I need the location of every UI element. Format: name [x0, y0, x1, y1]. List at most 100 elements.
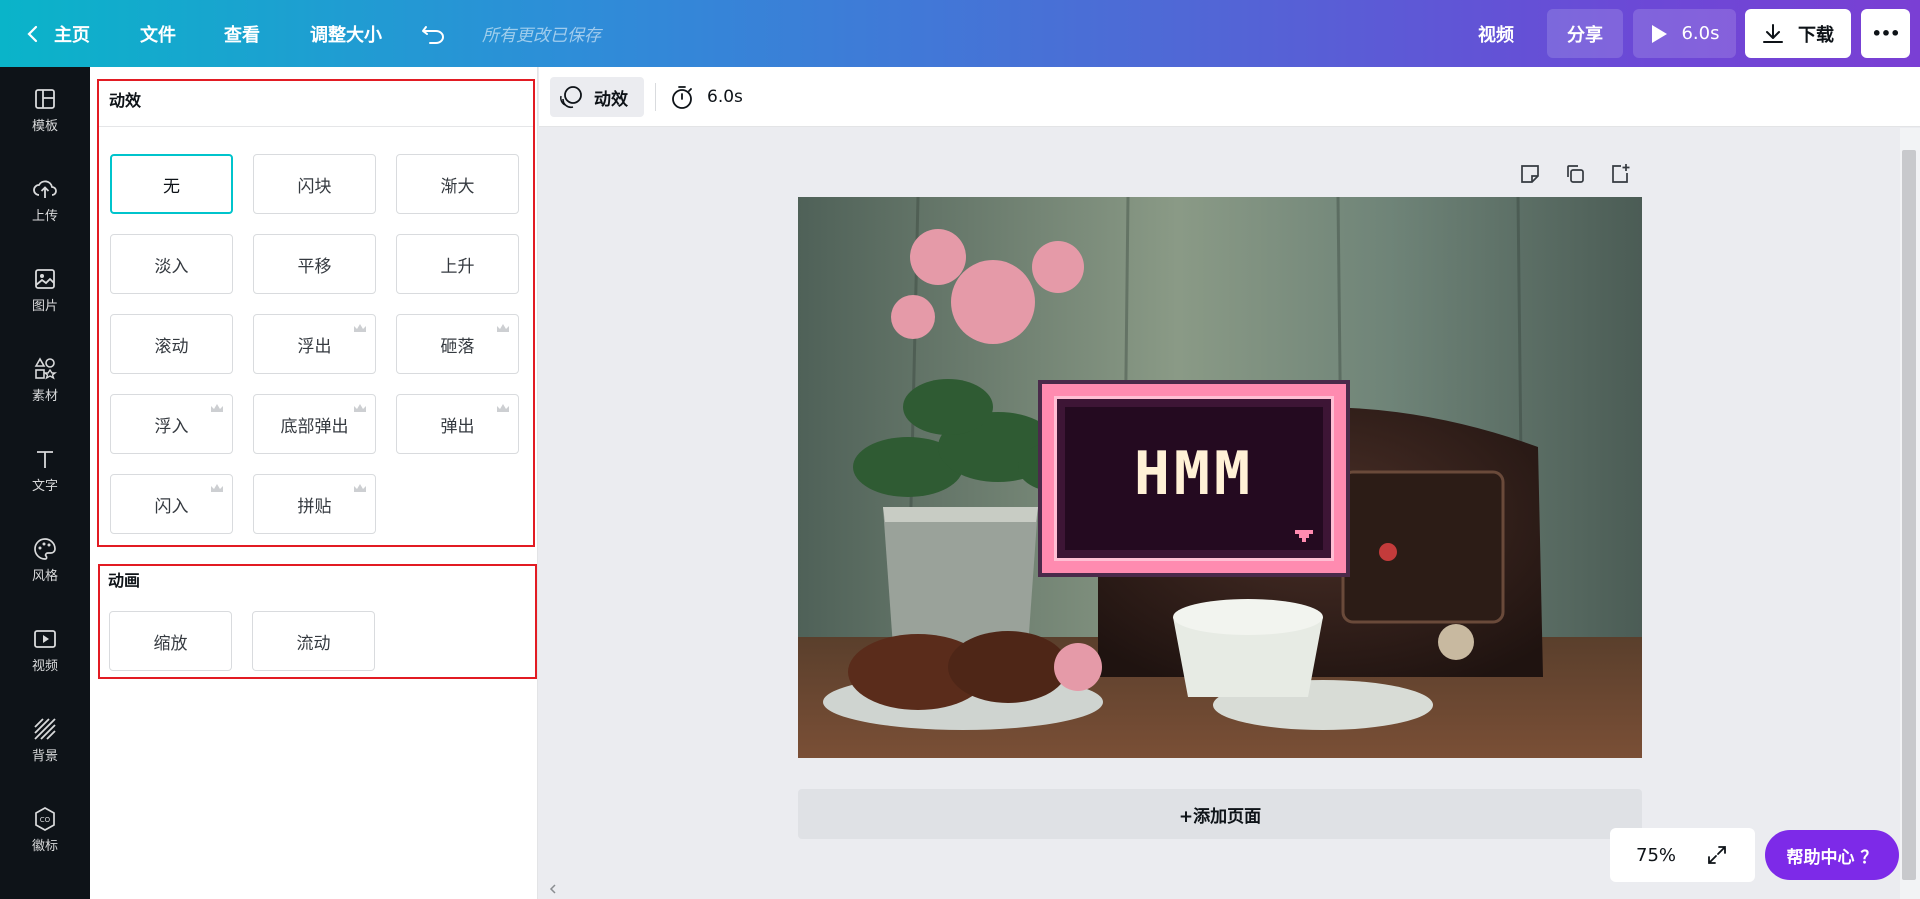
save-status: 所有更改已保存 [482, 26, 601, 46]
effects-section: 动效 无 闪块 渐大 淡入 平移 上升 滚动 浮出 砸落 浮入 底部弹出 弹出 [97, 79, 535, 547]
top-bar: 主页 文件 查看 调整大小 所有更改已保存 视频 分享 6.0s 下载 ••• [0, 0, 1920, 67]
effect-option-float-out[interactable]: 浮出 [253, 314, 376, 374]
text-icon [37, 451, 53, 468]
sign-text: HMM [1133, 439, 1255, 509]
effects-toolbar-button[interactable]: 动效 [550, 77, 644, 117]
rail-label: 背景 [31, 749, 58, 764]
divider [99, 126, 533, 127]
crown-icon [354, 324, 366, 332]
effect-option-grow[interactable]: 渐大 [396, 154, 519, 214]
animation-panel: 动效 无 闪块 渐大 淡入 平移 上升 滚动 浮出 砸落 浮入 底部弹出 弹出 [90, 67, 538, 899]
duration-button[interactable]: 6.0s [669, 77, 743, 117]
rail-item-templates[interactable]: 模板 [0, 75, 90, 145]
crown-icon [211, 404, 223, 412]
context-toolbar: 动效 6.0s [539, 67, 1920, 127]
palette-icon [34, 538, 56, 560]
view-label: 查看 [224, 24, 260, 46]
rail-item-photos[interactable]: 图片 [0, 255, 90, 325]
effect-label: 闪入 [154, 496, 189, 517]
arrow-down-icon [1295, 530, 1313, 542]
animation-section: 动画 缩放 流动 [98, 564, 537, 679]
effect-option-fade[interactable]: 淡入 [110, 234, 233, 294]
file-menu[interactable]: 文件 [140, 0, 176, 67]
rail-item-videos[interactable]: 视频 [0, 615, 90, 685]
rail-label: 图片 [31, 299, 58, 314]
rail-label: 徽标 [31, 839, 58, 854]
effect-option-collage[interactable]: 拼贴 [253, 474, 376, 534]
fullscreen-icon[interactable] [1706, 844, 1728, 866]
effect-label: 拼贴 [297, 496, 332, 517]
duration-value: 6.0s [707, 87, 743, 107]
effect-option-flash-in[interactable]: 闪入 [110, 474, 233, 534]
effect-option-none[interactable]: 无 [110, 154, 233, 214]
effect-option-float-in[interactable]: 浮入 [110, 394, 233, 454]
toolbar-divider [655, 83, 656, 111]
crown-icon [497, 404, 509, 412]
note-icon[interactable] [1518, 162, 1542, 186]
pixel-sign[interactable]: HMM [1038, 380, 1350, 577]
effect-option-drop[interactable]: 砸落 [396, 314, 519, 374]
undo-button[interactable] [421, 0, 447, 67]
effect-option-pop[interactable]: 弹出 [396, 394, 519, 454]
rail-item-text[interactable]: 文字 [0, 435, 90, 505]
logo-icon: CO [35, 807, 55, 831]
video-icon [34, 630, 56, 648]
crown-icon [497, 324, 509, 332]
effect-label: 滚动 [154, 336, 189, 357]
effect-option-rise[interactable]: 上升 [396, 234, 519, 294]
animation-option-zoom[interactable]: 缩放 [109, 611, 232, 671]
add-page-button[interactable]: +添加页面 [798, 789, 1642, 839]
home-button[interactable]: 主页 [26, 0, 90, 67]
add-page-icon[interactable] [1608, 162, 1632, 186]
effect-label: 上升 [440, 256, 475, 277]
effect-option-block[interactable]: 闪块 [253, 154, 376, 214]
background-icon [34, 718, 56, 740]
vertical-scrollbar-thumb[interactable] [1902, 150, 1916, 880]
effect-label: 弹出 [440, 416, 475, 437]
effect-label: 浮出 [297, 336, 332, 357]
more-icon: ••• [1871, 24, 1901, 43]
rail-item-logos[interactable]: CO 徽标 [0, 795, 90, 865]
share-label: 分享 [1567, 24, 1603, 46]
animation-option-flow[interactable]: 流动 [252, 611, 375, 671]
more-button[interactable]: ••• [1861, 9, 1910, 58]
page-actions [1518, 160, 1648, 188]
crown-icon [354, 484, 366, 492]
effect-option-pan[interactable]: 平移 [253, 234, 376, 294]
help-label: 帮助中心 ？ [1786, 847, 1878, 868]
resize-menu[interactable]: 调整大小 [310, 0, 382, 67]
help-center-button[interactable]: 帮助中心 ？ [1765, 830, 1899, 880]
home-label: 主页 [54, 24, 90, 46]
template-icon [35, 89, 55, 109]
svg-text:CO: CO [40, 816, 51, 824]
view-menu[interactable]: 查看 [224, 0, 260, 67]
add-page-label: +添加页面 [1178, 806, 1262, 827]
duplicate-icon[interactable] [1563, 162, 1587, 186]
design-page[interactable]: HMM [798, 197, 1642, 758]
play-button[interactable]: 6.0s [1633, 9, 1736, 58]
scroll-left-icon[interactable] [548, 884, 558, 894]
animation-label: 流动 [296, 633, 331, 654]
effect-option-scroll[interactable]: 滚动 [110, 314, 233, 374]
rail-label: 上传 [31, 209, 58, 224]
rail-item-background[interactable]: 背景 [0, 705, 90, 775]
effect-option-bottom-pop[interactable]: 底部弹出 [253, 394, 376, 454]
rail-item-upload[interactable]: 上传 [0, 165, 90, 235]
crown-icon [354, 404, 366, 412]
video-button[interactable]: 视频 [1478, 0, 1514, 67]
rail-label: 模板 [31, 119, 58, 134]
sign-screen: HMM [1054, 396, 1334, 561]
zoom-control[interactable]: 75% [1610, 828, 1755, 882]
effects-toolbar-label: 动效 [594, 89, 628, 110]
effect-label: 渐大 [440, 176, 475, 197]
effect-label: 平移 [297, 256, 332, 277]
download-button[interactable]: 下载 [1745, 9, 1851, 58]
rail-item-styles[interactable]: 风格 [0, 525, 90, 595]
image-icon [35, 269, 55, 289]
timer-icon [672, 86, 692, 109]
animation-label: 缩放 [153, 633, 188, 654]
rail-item-elements[interactable]: 素材 [0, 345, 90, 415]
download-icon [1763, 23, 1783, 43]
zoom-value: 75% [1636, 844, 1677, 866]
share-button[interactable]: 分享 [1547, 9, 1623, 58]
